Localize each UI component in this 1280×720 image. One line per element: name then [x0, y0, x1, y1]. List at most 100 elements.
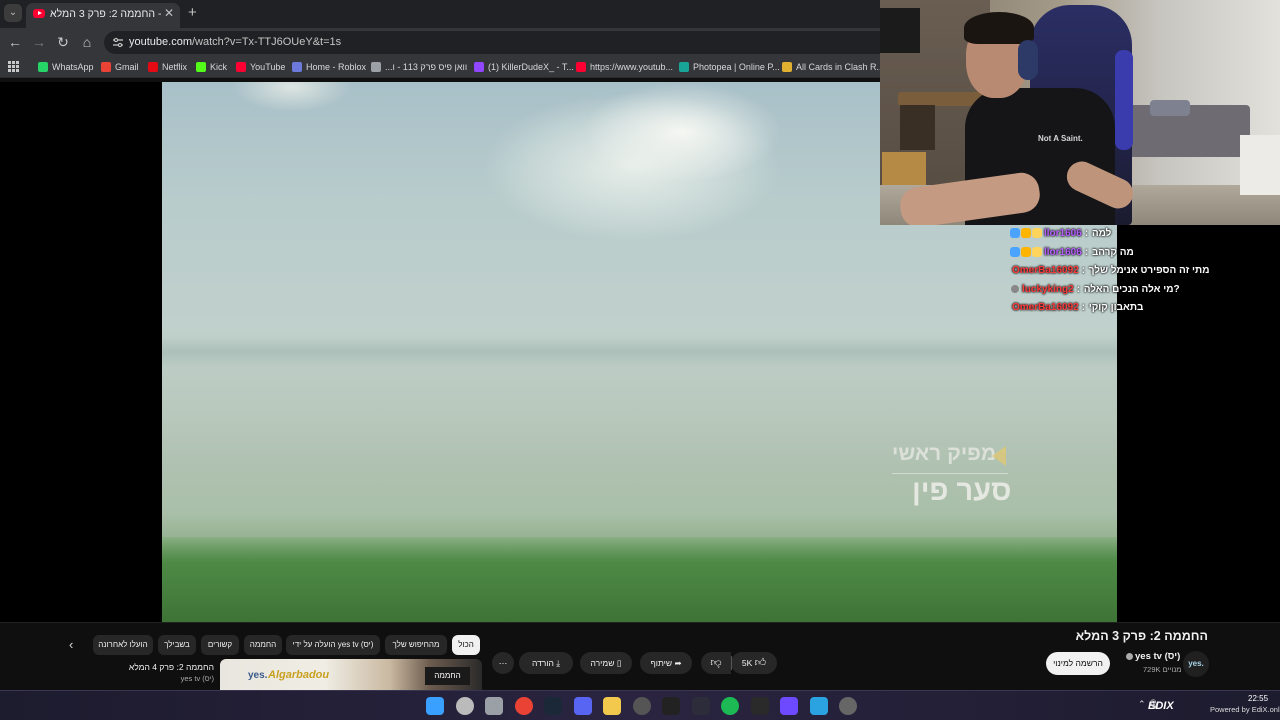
download-button[interactable]: הורדה ⤓: [519, 652, 573, 674]
more-actions-button[interactable]: ⋯: [492, 652, 514, 674]
clash-royale-icon: [782, 62, 792, 72]
chat-username[interactable]: llor1606: [1044, 247, 1082, 258]
bookmark-item[interactable]: WhatsApp: [38, 60, 94, 74]
chat-username[interactable]: luckyking2: [1022, 284, 1074, 295]
windows-start-icon[interactable]: [426, 697, 444, 715]
horizon: [162, 337, 1117, 367]
webcam-shirt-text: Not A Saint.: [1038, 134, 1083, 143]
recommendation-channel[interactable]: yes tv (יס): [160, 674, 214, 683]
epic-games-icon[interactable]: [750, 697, 769, 715]
address-bar[interactable]: youtube.com/watch?v=Tx-TTJ6OUeY&t=1s: [104, 31, 880, 54]
globe-icon: [371, 62, 381, 72]
filter-chip[interactable]: הועלה על ידי yes tv (יס): [286, 635, 380, 655]
filter-chip[interactable]: קשורים: [201, 635, 239, 655]
webcam-tv: [880, 8, 920, 53]
recommendation-thumb-logo: yes.: [248, 670, 268, 681]
chat-username[interactable]: OmerBa16092: [1012, 302, 1079, 313]
dislike-button[interactable]: 👎︎: [701, 652, 731, 674]
photopea-icon: [679, 62, 689, 72]
like-divider: [731, 656, 732, 670]
discord-icon[interactable]: [573, 697, 592, 715]
bookmark-item[interactable]: All Cards in Clash R...: [782, 60, 884, 74]
forward-arrow-icon[interactable]: →: [30, 33, 48, 51]
chat-message-text: בתאבון קוקי: [1088, 302, 1144, 313]
webcam-chair-stripe: [1115, 50, 1133, 150]
tab-close-icon[interactable]: ✕: [164, 6, 174, 20]
channel-name[interactable]: yes tv (יס): [1135, 651, 1180, 662]
bookmark-label: (1) KillerDudeX_ - T...: [488, 62, 574, 72]
chat-username[interactable]: llor1606: [1044, 228, 1082, 239]
reload-icon[interactable]: ↻: [54, 33, 72, 51]
bookmark-item[interactable]: Gmail: [101, 60, 139, 74]
share-button[interactable]: שיתוף ➦: [640, 652, 692, 674]
bookmark-item[interactable]: ...וואן פיס פרק 113 - ו: [371, 60, 467, 74]
thumbs-up-icon: 👍︎: [754, 657, 767, 669]
active-tab[interactable]: החממה 2: פרק 3 המלא - YouTube ✕: [26, 3, 180, 28]
browser-toolbar: ← → ↻ ⌂ youtube.com/watch?v=Tx-TTJ6OUeY&…: [0, 28, 880, 56]
clock-time[interactable]: 22:55: [1248, 694, 1268, 703]
tab-search-button[interactable]: ⌄: [4, 4, 22, 22]
recommendation-thumbnail[interactable]: yes. Algarbadou החממה: [220, 659, 482, 691]
youtube-icon: [236, 62, 246, 72]
home-icon[interactable]: ⌂: [78, 33, 96, 51]
steam-icon[interactable]: [544, 697, 562, 715]
search-icon[interactable]: [455, 697, 474, 715]
bookmark-item[interactable]: YouTube: [236, 60, 285, 74]
badge-icon: [1032, 228, 1042, 238]
thumbs-down-icon: 👎︎: [710, 657, 722, 669]
proton-icon[interactable]: [780, 697, 798, 715]
tab-title: החממה 2: פרק 3 המלא - YouTube: [50, 8, 162, 20]
chat-separator: :: [1084, 246, 1089, 258]
bookmark-label: WhatsApp: [52, 62, 94, 72]
chat-message-text: ?מי אלה הנכים האלה: [1083, 283, 1180, 295]
subscribe-button[interactable]: הרשמה למינוי: [1046, 652, 1110, 675]
new-tab-button[interactable]: +: [188, 4, 197, 21]
bookmark-label: Kick: [210, 62, 228, 72]
back-arrow-icon[interactable]: ←: [6, 33, 24, 51]
webcam-person-hair: [964, 12, 1034, 44]
bookmarks-bar: WhatsApp Gmail Netflix Kick YouTube Home - Ro…: [0, 56, 884, 78]
bookmark-item[interactable]: (1) KillerDudeX_ - T...: [474, 60, 574, 74]
filter-chip[interactable]: מהחיפוש שלך: [385, 635, 447, 655]
chevron-left-icon[interactable]: ‹: [69, 637, 73, 652]
webcam-overlay: Not A Saint.: [880, 0, 1280, 225]
task-view-icon[interactable]: [485, 697, 503, 715]
obs-icon[interactable]: [632, 697, 651, 715]
filter-chip[interactable]: החממה: [244, 635, 282, 655]
cloud: [232, 82, 352, 112]
bookmark-item[interactable]: Kick: [196, 60, 227, 74]
bookmark-item[interactable]: Photopea | Online P...: [679, 60, 780, 74]
chat-separator: :: [1081, 265, 1086, 276]
like-button[interactable]: 5K 👍︎: [731, 652, 777, 674]
site-info-icon[interactable]: [112, 37, 124, 48]
spotify-icon[interactable]: [721, 697, 739, 715]
bookmark-label: All Cards in Clash R...: [796, 62, 885, 72]
bookmark-item[interactable]: Netflix: [148, 60, 187, 74]
save-button[interactable]: שמירה ▯: [580, 652, 632, 674]
media-player-icon[interactable]: [839, 697, 857, 715]
tab-strip: ⌄ החממה 2: פרק 3 המלא - YouTube ✕ +: [0, 0, 880, 28]
recommendation-title[interactable]: החממה 2: פרק 4 המלא: [129, 662, 214, 672]
credit-name-text: סער פין: [912, 475, 1012, 507]
cloud: [582, 82, 782, 182]
save-label: שמירה: [590, 658, 615, 668]
chrome-icon[interactable]: [514, 697, 533, 715]
webcam-cabinet: [1240, 135, 1280, 195]
apps-grid-icon[interactable]: [8, 61, 19, 72]
telegram-icon[interactable]: [809, 697, 828, 715]
filter-chip[interactable]: הכול: [452, 635, 480, 655]
channel-avatar[interactable]: yes.: [1183, 651, 1209, 677]
bookmark-icon: ▯: [616, 658, 622, 668]
bookmark-item[interactable]: Home - Roblox: [292, 60, 366, 74]
file-explorer-icon[interactable]: [603, 697, 621, 715]
chat-username[interactable]: OmerBa16092: [1012, 265, 1079, 276]
bookmark-label: Photopea | Online P...: [693, 62, 780, 72]
credit-arrow-icon: [992, 446, 1006, 466]
app-icon[interactable]: [691, 697, 710, 715]
bookmark-label: Netflix: [162, 62, 188, 72]
bookmark-item[interactable]: https://www.youtub...: [576, 60, 673, 74]
credit-role-text: מפיק ראשי: [892, 442, 997, 465]
capcut-icon[interactable]: [662, 697, 680, 715]
filter-chip[interactable]: הועלו לאחרונה: [93, 635, 153, 655]
filter-chip[interactable]: בשבילך: [158, 635, 196, 655]
